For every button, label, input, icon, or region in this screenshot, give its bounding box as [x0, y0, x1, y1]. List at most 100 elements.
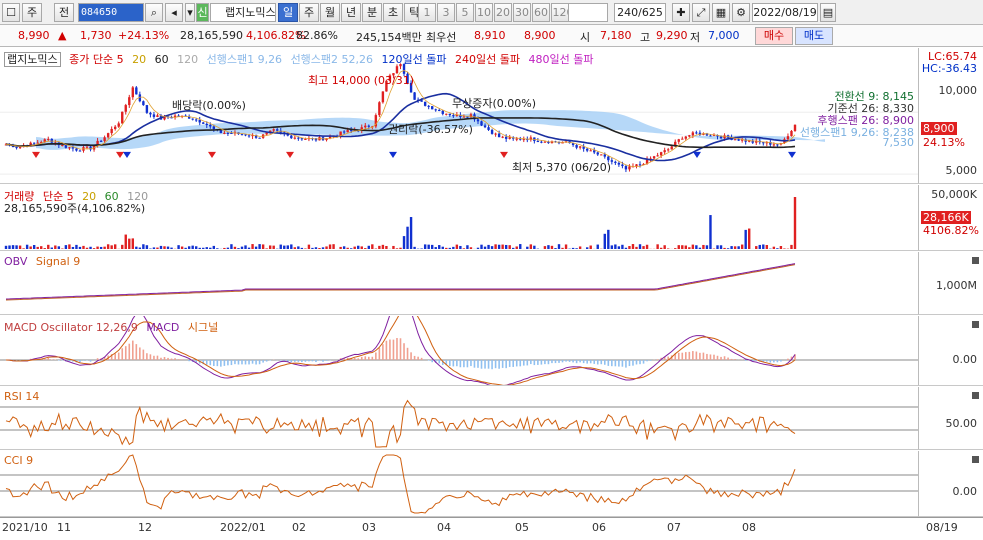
volume-bar: [508, 245, 511, 249]
rsi-panel[interactable]: RSI 14: [0, 387, 918, 450]
volume-bar: [790, 244, 793, 249]
period-button[interactable]: 월: [320, 3, 340, 22]
candle: [624, 166, 628, 170]
macd-panel[interactable]: MACD Oscillator 12,26,9 MACD 시그널: [0, 316, 918, 386]
period-button[interactable]: 분: [362, 3, 382, 22]
obv-chart[interactable]: [0, 252, 918, 315]
volume-bar: [209, 247, 212, 249]
signal-arrow: [116, 151, 124, 159]
speaker-icon[interactable]: ◂: [165, 3, 183, 22]
menu-button[interactable]: ☐: [2, 3, 20, 22]
interval-button[interactable]: 30: [513, 3, 531, 22]
period-button[interactable]: 년: [341, 3, 361, 22]
search-icon[interactable]: ⌕: [145, 3, 163, 22]
period-button[interactable]: 일: [278, 3, 298, 22]
volume-bar: [29, 246, 32, 249]
volume-bar: [279, 244, 282, 249]
macd-osc-bar: [709, 354, 712, 360]
macd-osc-bar: [304, 360, 307, 362]
candle: [47, 138, 50, 140]
candle: [297, 137, 300, 139]
ruler-icon[interactable]: ▦: [712, 3, 730, 22]
price-chart[interactable]: [0, 48, 918, 184]
interval-button[interactable]: 20: [494, 3, 512, 22]
interval-button[interactable]: 10: [475, 3, 493, 22]
calendar-icon[interactable]: ▤: [820, 3, 836, 22]
macd-osc-bar: [628, 360, 631, 367]
cci-chart[interactable]: [0, 451, 918, 517]
close-icon[interactable]: [972, 456, 979, 463]
volume-bar: [621, 244, 624, 249]
buy-button[interactable]: 매수: [755, 27, 793, 45]
macd-osc-bar: [449, 360, 451, 366]
best-bid: 8,900: [524, 29, 556, 42]
candle: [124, 105, 127, 112]
cci-panel[interactable]: CCI 9: [0, 451, 918, 517]
volume-bar: [726, 248, 730, 249]
sell-button[interactable]: 매도: [795, 27, 833, 45]
count-input[interactable]: 240/625: [614, 3, 666, 22]
macd-osc-bar: [727, 357, 729, 360]
volume-bar: [212, 245, 216, 249]
volume-bar: [106, 244, 110, 249]
candle: [413, 92, 416, 100]
macd-osc-bar: [290, 360, 293, 363]
volume-bar: [674, 248, 677, 249]
signal-arrow: [693, 151, 701, 159]
volume-bar: [237, 248, 240, 249]
close-icon[interactable]: [972, 392, 979, 399]
volume-bar: [202, 247, 205, 249]
macd-osc-bar: [695, 351, 698, 360]
volume-bar: [22, 248, 25, 249]
period-button[interactable]: 주: [299, 3, 319, 22]
macd-y-label: 0.00: [952, 353, 978, 366]
date-input[interactable]: 2022/08/19: [752, 3, 818, 22]
interval-button[interactable]: 1: [418, 3, 436, 22]
volume-bar: [772, 246, 776, 249]
crosshair-icon[interactable]: ✚: [672, 3, 690, 22]
volume-bar: [526, 246, 529, 249]
gear-icon[interactable]: ⚙: [732, 3, 750, 22]
close-icon[interactable]: [972, 257, 979, 264]
macd-osc-bar: [656, 359, 659, 360]
candle: [427, 105, 430, 107]
rsi-line: [5, 399, 796, 448]
stock-code-input[interactable]: 084650: [78, 3, 144, 22]
macd-osc-bar: [139, 347, 141, 360]
candle: [68, 147, 71, 149]
cci-axis: 0.00: [918, 451, 983, 517]
volume-bar: [43, 248, 46, 249]
volume-bar: [564, 244, 568, 249]
candle: [652, 156, 656, 159]
macd-osc-bar: [766, 360, 768, 362]
interval-input[interactable]: [568, 3, 608, 22]
macd-osc-bar: [586, 360, 588, 364]
interval-button[interactable]: 60: [532, 3, 550, 22]
candle: [36, 142, 39, 144]
volume-bar: [353, 246, 356, 249]
volume-bar: [121, 244, 124, 249]
period-button[interactable]: 초: [383, 3, 403, 22]
volume-panel[interactable]: 거래량 단순 5 20 60 120 28,165,590주(4,106.82%…: [0, 185, 918, 251]
prev-button[interactable]: 전: [54, 3, 74, 22]
macd-osc-bar: [322, 360, 324, 362]
interval-button[interactable]: 3: [437, 3, 455, 22]
volume-bar: [191, 245, 194, 249]
leading-span2-label: 7,530: [882, 136, 915, 149]
toolbar: ☐ 주 전 084650 ⌕ ◂ ▾ 신 랩지노믹스 일주월년분초틱 1 3 5 10…: [0, 0, 983, 25]
close-icon[interactable]: [972, 321, 979, 328]
candle: [32, 142, 36, 144]
obv-panel[interactable]: OBV Signal 9: [0, 252, 918, 315]
candle: [466, 116, 469, 118]
macd-osc-bar: [773, 360, 775, 363]
legend-ma20: 20: [132, 53, 147, 66]
volume-bar: [244, 245, 247, 249]
chevron-down-icon[interactable]: ▾: [185, 3, 195, 22]
type-select[interactable]: 주: [22, 3, 42, 22]
interval-button[interactable]: 5: [456, 3, 474, 22]
zoom-icon[interactable]: ⤢: [692, 3, 710, 22]
rsi-chart[interactable]: [0, 387, 918, 450]
macd-osc-bar: [561, 360, 564, 363]
volume-bar: [304, 248, 307, 249]
price-chart-panel[interactable]: 랩지노믹스 종가 단순 5 20 60 120 선행스팬1 9,26 선행스팬2…: [0, 48, 918, 184]
